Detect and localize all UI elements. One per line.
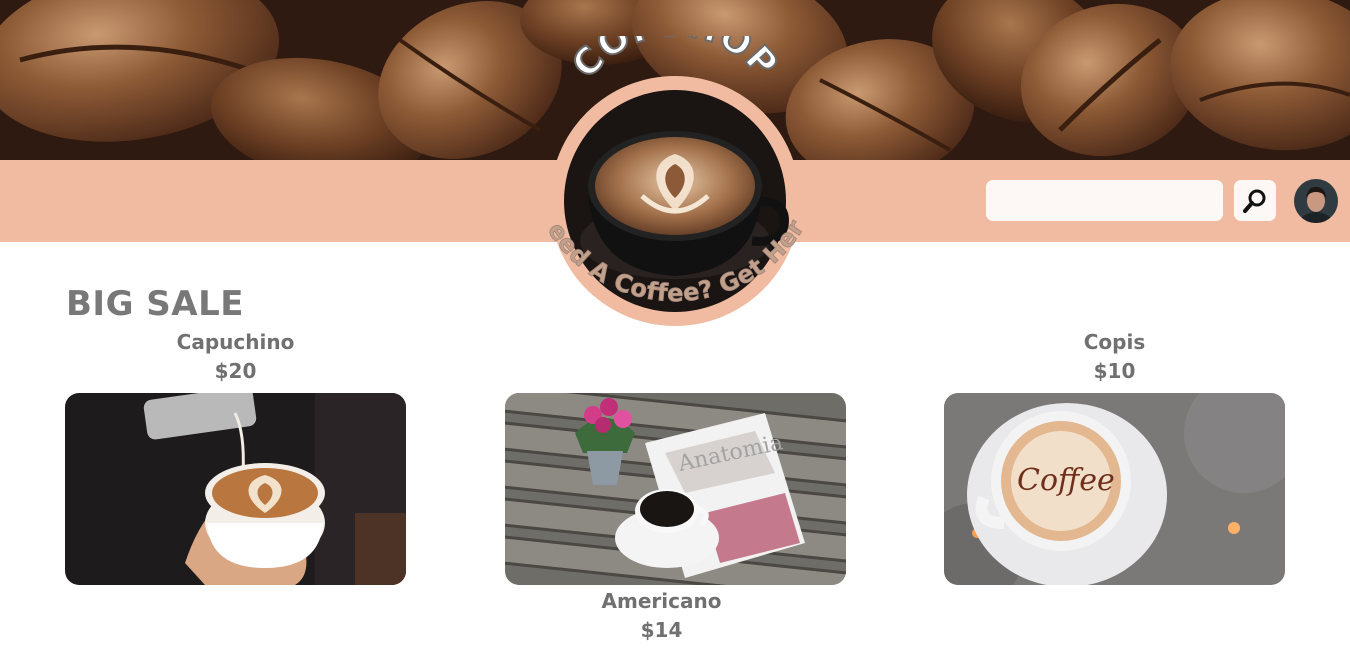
coffee-magazine-photo: Anatomia bbox=[505, 393, 846, 585]
logo-badge[interactable]: COFSHOP Need A Coffee? Get Here bbox=[529, 2, 810, 366]
product-price: $10 bbox=[1093, 359, 1136, 383]
product-price: $20 bbox=[214, 359, 257, 383]
product-name: Copis bbox=[1083, 330, 1146, 354]
search-button[interactable] bbox=[1234, 180, 1276, 221]
product-image-copis[interactable]: Coffee bbox=[944, 393, 1285, 585]
magnifier-icon bbox=[1243, 189, 1266, 213]
product-image-americano[interactable]: Anatomia bbox=[505, 393, 846, 585]
product-name: Americano bbox=[601, 589, 722, 613]
product-name: Capuchino bbox=[176, 330, 295, 354]
user-avatar[interactable] bbox=[1294, 179, 1338, 223]
latte-pour-photo bbox=[65, 393, 406, 585]
product-image-capuchino[interactable] bbox=[65, 393, 406, 585]
product-label-copis: Copis $10 bbox=[944, 328, 1285, 386]
cofshop-logo: COFSHOP Need A Coffee? Get Here bbox=[529, 2, 810, 326]
product-label-americano: Americano $14 bbox=[491, 587, 832, 645]
coffee-art-cup-photo: Coffee bbox=[944, 393, 1285, 585]
product-price: $14 bbox=[640, 618, 683, 642]
product-label-capuchino: Capuchino $20 bbox=[65, 328, 406, 386]
user-avatar-icon bbox=[1294, 179, 1338, 223]
svg-text:Coffee: Coffee bbox=[1017, 463, 1115, 498]
section-title: BIG SALE bbox=[66, 284, 245, 324]
search-input[interactable] bbox=[986, 180, 1223, 221]
